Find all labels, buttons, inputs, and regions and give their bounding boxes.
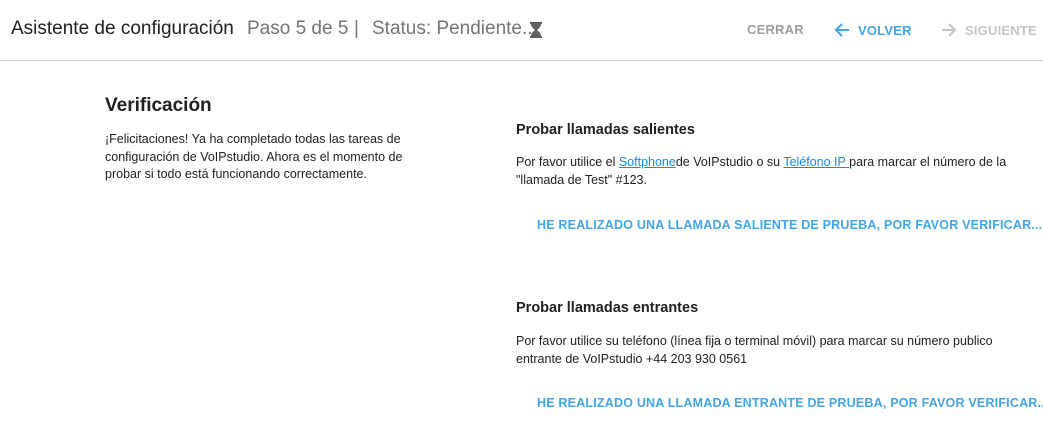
wizard-title: Asistente de configuración xyxy=(11,18,234,39)
verification-heading: Verificación xyxy=(105,95,212,116)
ip-phone-link[interactable]: Teléfono IP xyxy=(783,155,849,169)
incoming-calls-heading: Probar llamadas entrantes xyxy=(516,300,699,316)
verify-incoming-call-button[interactable]: HE REALIZADO UNA LLAMADA ENTRANTE DE PRU… xyxy=(537,396,1043,410)
status-text: Status: Pendiente... xyxy=(372,18,538,39)
verification-description: ¡Felicitaciones! Ya ha completado todas … xyxy=(105,132,403,181)
arrow-left-icon xyxy=(834,23,849,37)
outgoing-text-part-1: Por favor utilice el xyxy=(516,155,619,169)
arrow-right-icon xyxy=(942,23,957,37)
hourglass-icon xyxy=(530,22,542,38)
back-button-label: VOLVER xyxy=(858,22,912,38)
incoming-calls-description: Por favor utilice su teléfono (línea fij… xyxy=(516,334,993,366)
header-separator: | xyxy=(354,18,359,39)
next-button[interactable]: SIGUIENTE xyxy=(941,22,1037,38)
step-indicator: Paso 5 de 5 xyxy=(247,18,349,39)
close-button[interactable]: CERRAR xyxy=(747,22,804,37)
close-button-label: CERRAR xyxy=(747,22,804,37)
softphone-link[interactable]: Softphone xyxy=(619,155,676,169)
verify-outgoing-call-button[interactable]: HE REALIZADO UNA LLAMADA SALIENTE DE PRU… xyxy=(537,218,1042,232)
outgoing-text-part-2: de VoIPstudio o su xyxy=(675,155,784,169)
wizard-header: Asistente de configuración Paso 5 de 5 |… xyxy=(0,0,1043,61)
outgoing-calls-description: Por favor utilice el Softphonede VoIPstu… xyxy=(516,154,1036,189)
outgoing-calls-heading: Probar llamadas salientes xyxy=(516,122,695,138)
back-button[interactable]: VOLVER xyxy=(834,22,912,38)
next-button-label: SIGUIENTE xyxy=(965,22,1037,38)
